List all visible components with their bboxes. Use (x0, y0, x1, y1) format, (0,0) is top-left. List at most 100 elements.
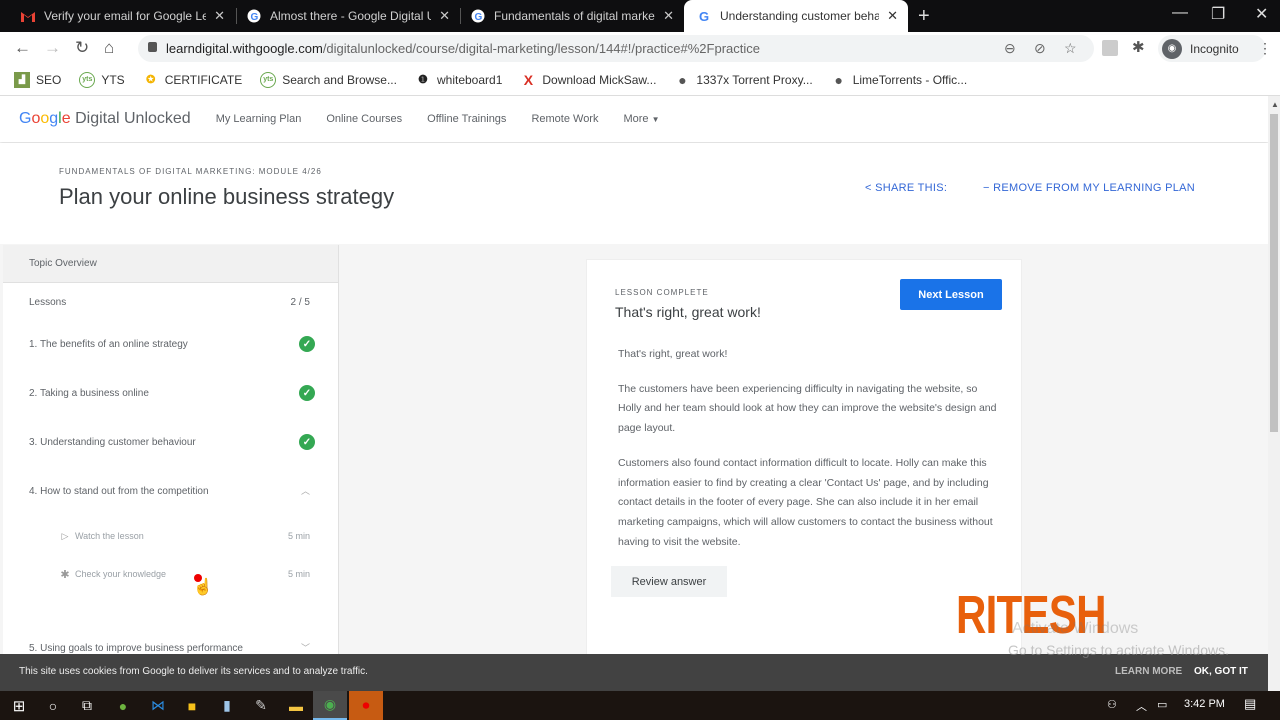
search-button[interactable]: ○ (36, 691, 70, 720)
tab-title: Fundamentals of digital marketin (494, 9, 656, 23)
tab-almost-there[interactable]: G Almost there - Google Digital Un ✕ (236, 0, 460, 32)
caret-down-icon: ▼ (651, 115, 660, 124)
certificate-icon: ✪ (146, 74, 156, 86)
close-tab-icon[interactable]: ✕ (663, 8, 674, 24)
bookmark-1337x[interactable]: ● 1337x Torrent Proxy... (674, 71, 813, 88)
lesson-item[interactable]: 5. Using goals to improve business perfo… (3, 625, 338, 654)
lesson-item[interactable]: 3. Understanding customer behaviour ✓ (3, 419, 338, 468)
lesson-sidebar: Topic Overview Lessons 2 / 5 1. The bene… (3, 245, 339, 654)
extensions-puzzle-icon[interactable]: ✱ (1132, 38, 1145, 56)
reload-icon[interactable]: ↻ (75, 38, 89, 58)
google-digital-unlocked-logo[interactable]: Google Digital Unlocked (19, 110, 191, 128)
tracking-blocked-icon[interactable]: ⊘ (1034, 40, 1046, 57)
subitem-watch-lesson[interactable]: ▷ Watch the lesson 5 min (3, 517, 338, 555)
chevron-up-icon: ︿ (300, 486, 310, 496)
lesson-label: 4. How to stand out from the competition (29, 486, 209, 497)
tab-gmail[interactable]: Verify your email for Google Lear ✕ (10, 0, 235, 32)
hand-cursor-icon: ☝ (193, 579, 213, 596)
nav-remote-work[interactable]: Remote Work (531, 113, 598, 125)
back-icon[interactable]: ← (14, 38, 31, 58)
chrome-icon: ◉ (323, 696, 337, 712)
lesson-item[interactable]: 2. Taking a business online ✓ (3, 370, 338, 419)
nav-my-learning-plan[interactable]: My Learning Plan (216, 113, 302, 125)
taskbar-app-recorder[interactable]: ⏺ (349, 691, 383, 720)
url-text[interactable]: learndigital.withgoogle.com/digitalunloc… (166, 41, 760, 56)
nav-offline-trainings[interactable]: Offline Trainings (427, 113, 506, 125)
bookmark-limetorrents[interactable]: ● LimeTorrents - Offic... (831, 72, 967, 88)
bookmark-label: 1337x Torrent Proxy... (696, 72, 813, 87)
bookmark-certificate[interactable]: ✪ CERTIFICATE (143, 72, 243, 88)
clock[interactable]: 3:42 PM (1184, 698, 1225, 710)
tab-understanding-customer[interactable]: G Understanding customer behavio ✕ (684, 0, 908, 32)
people-icon[interactable]: ⚇ (1107, 698, 1117, 711)
battery-icon[interactable]: ▭ (1157, 698, 1167, 711)
bookmark-label: whiteboard1 (436, 72, 503, 87)
topic-overview[interactable]: Topic Overview (3, 245, 338, 283)
taskbar-app-chrome[interactable]: ◉ (313, 691, 347, 720)
close-tab-icon[interactable]: ✕ (214, 8, 225, 24)
bookmarks-bar: ▟ SEO yts YTS ✪ CERTIFICATE yts Search and B… (0, 64, 1280, 96)
subitem-check-knowledge[interactable]: ✱ Check your knowledge 5 min (3, 555, 338, 593)
start-button[interactable]: ⊞ (2, 691, 36, 720)
bookmark-label: YTS (101, 72, 125, 87)
close-tab-icon[interactable]: ✕ (887, 8, 898, 24)
tray-expand-icon[interactable]: ︿ (1136, 698, 1147, 714)
nav-more[interactable]: More ▼ (623, 113, 659, 125)
incognito-profile[interactable]: ◉ Incognito (1158, 35, 1266, 62)
restore-button[interactable]: ❐ (1211, 4, 1225, 24)
taskbar-app-paint[interactable]: ✎ (244, 691, 278, 720)
scroll-up-icon[interactable]: ▲ (1271, 100, 1279, 109)
nav-online-courses[interactable]: Online Courses (326, 113, 402, 125)
zoom-icon[interactable]: ⊖ (1004, 40, 1016, 57)
close-tab-icon[interactable]: ✕ (439, 8, 450, 24)
web-page: Google Digital Unlocked My Learning Plan… (0, 96, 1268, 654)
bookmark-search-browse[interactable]: yts Search and Browse... (260, 71, 397, 88)
chart-icon: ▟ (14, 71, 30, 88)
address-bar[interactable]: learndigital.withgoogle.com/digitalunloc… (138, 35, 1094, 62)
extension-icon[interactable] (1102, 40, 1118, 56)
menu-kebab-icon[interactable]: ⋮ (1258, 40, 1272, 57)
remove-label: REMOVE FROM MY LEARNING PLAN (993, 182, 1196, 194)
bookmark-yts[interactable]: yts YTS (79, 71, 125, 88)
globe-icon: ● (678, 71, 687, 88)
taskbar-app-sticky[interactable]: ■ (175, 691, 209, 720)
remove-from-plan-button[interactable]: − REMOVE FROM MY LEARNING PLAN (983, 182, 1195, 194)
minimize-button[interactable]: — (1172, 4, 1188, 22)
logo-text: Digital Unlocked (70, 110, 191, 127)
x-icon: X (523, 71, 534, 88)
home-icon[interactable]: ⌂ (104, 38, 114, 58)
share-button[interactable]: < SHARE THIS: (865, 182, 947, 194)
taskbar-app-explorer[interactable]: ▬ (279, 691, 313, 720)
task-view-button[interactable]: ⧉ (70, 691, 104, 720)
action-center-icon[interactable]: ▤ (1244, 696, 1256, 712)
browser-toolbar: ← → ↻ ⌂ learndigital.withgoogle.com/digi… (0, 32, 1280, 64)
new-tab-button[interactable]: + (918, 5, 930, 28)
lessons-label: Lessons (29, 297, 67, 308)
close-window-button[interactable]: ✕ (1255, 4, 1268, 24)
next-lesson-button[interactable]: Next Lesson (900, 279, 1002, 310)
bookmark-label: LimeTorrents - Offic... (852, 72, 968, 87)
bookmark-label: CERTIFICATE (164, 72, 243, 87)
scrollbar-thumb[interactable] (1270, 114, 1278, 432)
svg-text:G: G (251, 12, 259, 23)
page-scrollbar[interactable]: ▲ (1268, 96, 1280, 654)
bookmark-micksaw[interactable]: X Download MickSaw... (520, 71, 657, 88)
minus-icon: − (983, 182, 990, 194)
ok-got-it-button[interactable]: OK, GOT IT (1194, 666, 1248, 677)
lesson-label: 3. Understanding customer behaviour (29, 437, 196, 448)
whiteboard-icon: ❶ (418, 74, 428, 86)
bookmark-seo[interactable]: ▟ SEO (14, 71, 61, 88)
lesson-item-expanded[interactable]: 4. How to stand out from the competition… (3, 468, 338, 517)
tab-fundamentals[interactable]: G Fundamentals of digital marketin ✕ (460, 0, 684, 32)
taskbar-app-spring[interactable]: ● (106, 691, 140, 720)
bookmark-whiteboard[interactable]: ❶ whiteboard1 (415, 72, 502, 88)
cookie-message: This site uses cookies from Google to de… (19, 666, 368, 677)
forward-icon[interactable]: → (44, 38, 61, 58)
learn-more-link[interactable]: LEARN MORE (1115, 666, 1182, 677)
url-path: /digitalunlocked/course/digital-marketin… (322, 41, 760, 56)
taskbar-app-vscode[interactable]: ⋈ (141, 691, 175, 720)
bookmark-star-icon[interactable]: ☆ (1064, 40, 1077, 57)
review-answer-button[interactable]: Review answer (611, 566, 727, 597)
taskbar-app-notepad[interactable]: ▮ (210, 691, 244, 720)
lesson-item[interactable]: 1. The benefits of an online strategy ✓ (3, 321, 338, 370)
